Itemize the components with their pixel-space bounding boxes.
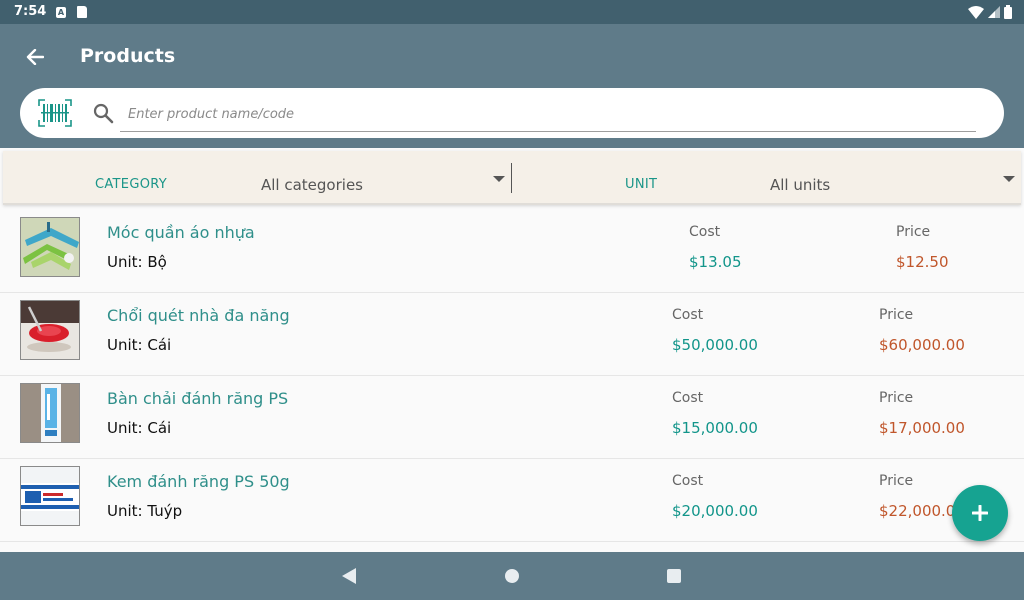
barcode-scan-button[interactable] bbox=[38, 99, 72, 127]
cost-value: $13.05 bbox=[689, 253, 742, 271]
product-row[interactable]: Kem đánh răng PS 50g Unit: Tuýp Cost $20… bbox=[0, 459, 1024, 542]
search-icon bbox=[93, 103, 114, 124]
cost-value: $15,000.00 bbox=[672, 419, 758, 437]
price-value: $60,000.00 bbox=[879, 336, 965, 354]
nav-recents-icon[interactable] bbox=[667, 569, 681, 583]
search-box bbox=[20, 88, 1004, 138]
category-filter[interactable]: CATEGORY All categories bbox=[3, 157, 511, 199]
product-name: Chổi quét nhà đa năng bbox=[107, 306, 290, 325]
cost-label: Cost bbox=[689, 224, 721, 240]
system-nav-bar bbox=[0, 552, 1024, 600]
product-name: Móc quần áo nhựa bbox=[107, 223, 255, 242]
product-unit: Unit: Cái bbox=[107, 336, 172, 354]
product-unit: Unit: Tuýp bbox=[107, 502, 183, 520]
cost-value: $50,000.00 bbox=[672, 336, 758, 354]
filter-bar: CATEGORY All categories UNIT All units bbox=[3, 151, 1021, 205]
nav-back-icon[interactable] bbox=[342, 568, 356, 584]
back-arrow-icon bbox=[26, 49, 44, 65]
product-row[interactable]: Chổi quét nhà đa năng Unit: Cái Cost $50… bbox=[0, 293, 1024, 376]
search-input[interactable] bbox=[120, 98, 976, 132]
unit-filter-label: UNIT bbox=[625, 177, 658, 192]
plus-icon bbox=[972, 505, 988, 521]
product-name: Kem đánh răng PS 50g bbox=[107, 472, 290, 491]
barcode-scan-icon bbox=[38, 99, 72, 127]
cost-label: Cost bbox=[672, 473, 704, 489]
add-product-button[interactable] bbox=[952, 485, 1008, 541]
cost-label: Cost bbox=[672, 307, 704, 323]
product-row[interactable]: Móc quần áo nhựa Unit: Bộ Cost $13.05 Pr… bbox=[0, 210, 1024, 293]
battery-icon bbox=[1004, 5, 1012, 19]
category-filter-value: All categories bbox=[261, 176, 363, 194]
status-bar: 7:54 A bbox=[0, 0, 1024, 24]
back-button[interactable] bbox=[20, 42, 50, 72]
cost-value: $20,000.00 bbox=[672, 502, 758, 520]
product-unit: Unit: Cái bbox=[107, 419, 172, 437]
status-right-icons bbox=[968, 5, 1012, 19]
chevron-down-icon bbox=[1003, 176, 1015, 182]
price-label: Price bbox=[879, 473, 914, 489]
product-name: Bàn chải đánh răng PS bbox=[107, 389, 289, 408]
product-unit: Unit: Bộ bbox=[107, 253, 167, 271]
product-thumbnail bbox=[20, 383, 80, 443]
app-bar: Products bbox=[0, 24, 1024, 148]
unit-filter-value: All units bbox=[770, 176, 831, 194]
wifi-icon bbox=[968, 5, 984, 19]
price-value: $12.50 bbox=[896, 253, 949, 271]
nav-home-icon[interactable] bbox=[505, 569, 519, 583]
cost-label: Cost bbox=[672, 390, 704, 406]
price-label: Price bbox=[879, 307, 914, 323]
price-label: Price bbox=[879, 390, 914, 406]
product-thumbnail bbox=[20, 217, 80, 277]
sd-card-icon bbox=[77, 6, 87, 18]
signal-icon bbox=[988, 6, 1000, 18]
category-filter-label: CATEGORY bbox=[95, 177, 167, 192]
price-label: Price bbox=[896, 224, 931, 240]
notification-a-icon: A bbox=[56, 7, 66, 18]
product-thumbnail bbox=[20, 300, 80, 360]
status-time: 7:54 bbox=[14, 4, 47, 19]
product-row[interactable]: Bàn chải đánh răng PS Unit: Cái Cost $15… bbox=[0, 376, 1024, 459]
product-thumbnail bbox=[20, 466, 80, 526]
chevron-down-icon bbox=[493, 176, 505, 182]
page-title: Products bbox=[80, 45, 176, 67]
unit-filter[interactable]: UNIT All units bbox=[512, 157, 1021, 199]
price-value: $17,000.00 bbox=[879, 419, 965, 437]
product-list: Móc quần áo nhựa Unit: Bộ Cost $13.05 Pr… bbox=[0, 210, 1024, 552]
